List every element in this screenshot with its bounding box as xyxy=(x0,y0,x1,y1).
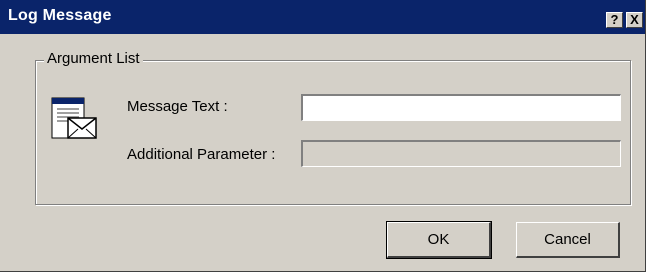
document-envelope-icon xyxy=(51,97,97,139)
log-message-dialog: Log Message ? X Argument List Message Te… xyxy=(0,0,646,272)
message-text-input[interactable] xyxy=(301,94,621,121)
title-bar[interactable]: Log Message ? X xyxy=(0,0,645,34)
additional-parameter-label: Additional Parameter : xyxy=(127,146,276,163)
group-legend: Argument List xyxy=(44,50,143,67)
additional-parameter-input[interactable] xyxy=(301,140,621,167)
window-title: Log Message xyxy=(8,7,112,24)
close-button[interactable]: X xyxy=(626,12,643,28)
ok-button[interactable]: OK xyxy=(386,221,492,259)
cancel-button[interactable]: Cancel xyxy=(516,222,620,258)
help-button[interactable]: ? xyxy=(606,12,623,28)
message-text-label: Message Text : xyxy=(127,98,228,115)
argument-list-group xyxy=(35,60,631,205)
